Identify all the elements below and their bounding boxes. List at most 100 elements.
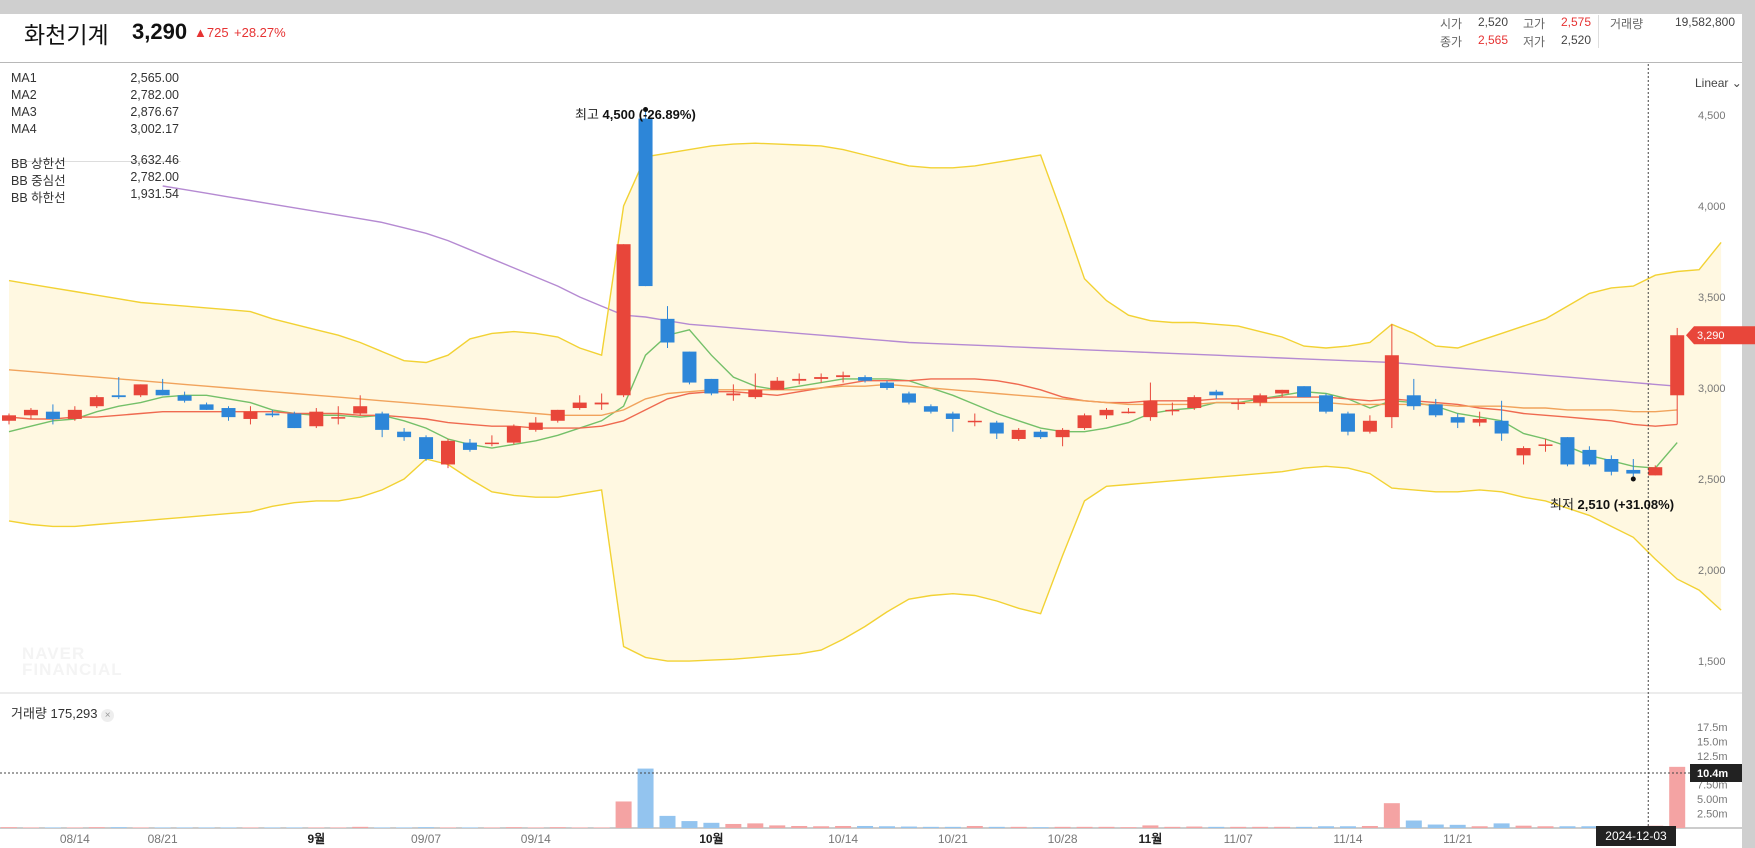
volume-axis-tick-label: 2.50m xyxy=(1697,809,1728,821)
volume-bar xyxy=(1669,766,1686,828)
volume-bar xyxy=(549,827,566,828)
volume-bar xyxy=(703,822,720,828)
volume-bar xyxy=(1581,826,1598,828)
candle-body xyxy=(1604,459,1619,472)
candle-body xyxy=(1187,397,1202,409)
candle-body xyxy=(1231,402,1246,405)
candle-body xyxy=(967,420,982,423)
volume-bar xyxy=(835,825,852,828)
y-axis-tick-label: 1,500 xyxy=(1698,656,1726,668)
volume-bar xyxy=(352,826,369,828)
candle-body xyxy=(1538,444,1553,446)
candle-body xyxy=(419,437,434,460)
x-axis-tick-label: 08/21 xyxy=(148,832,178,846)
volume-bar xyxy=(220,827,237,828)
volume-bar xyxy=(44,827,61,828)
x-axis-tick-label: 10/21 xyxy=(938,832,968,846)
candle-body xyxy=(199,404,214,410)
volume-bar xyxy=(1559,826,1576,828)
low-marker xyxy=(1630,476,1636,482)
volume-bar xyxy=(242,827,259,828)
volume-bar xyxy=(1230,826,1247,828)
volume-bar xyxy=(1032,827,1049,828)
volume-bar xyxy=(813,826,830,828)
legend-ma2: MA2 2,782.00 xyxy=(11,88,179,102)
candle-body xyxy=(945,413,960,419)
candle-body xyxy=(1450,417,1465,423)
candle-body xyxy=(1582,449,1597,465)
candle-body xyxy=(45,411,60,419)
x-axis-tick-label: 09/14 xyxy=(521,832,551,846)
low-annotation: 최저 2,510 (+31.08%) xyxy=(1550,497,1675,512)
candle-body xyxy=(638,118,653,287)
volume-bar xyxy=(593,827,610,828)
candle-body xyxy=(353,406,368,414)
volume-bar xyxy=(1252,826,1269,828)
x-axis-tick-label: 11/21 xyxy=(1443,832,1472,846)
candle-body xyxy=(1275,389,1290,394)
legend-ma1: MA1 2,565.00 xyxy=(11,71,179,85)
legend-bb-middle-value: 2,782.00 xyxy=(130,170,179,184)
volume-bar xyxy=(1054,826,1071,828)
x-axis-tick-label: 10/14 xyxy=(828,832,858,846)
volume-bar xyxy=(374,827,391,828)
candle-body xyxy=(1077,415,1092,429)
legend-ma1-value: 2,565.00 xyxy=(130,71,179,85)
volume-bar xyxy=(1361,825,1378,828)
volume-bar xyxy=(615,801,632,828)
volume-bar xyxy=(1186,826,1203,828)
candle-body xyxy=(265,413,280,416)
candle-body xyxy=(441,440,455,465)
legend-bb-lower-value: 1,931.54 xyxy=(130,187,179,201)
candle-body xyxy=(67,409,82,419)
close-icon[interactable]: × xyxy=(101,709,115,722)
candle-body xyxy=(858,377,873,381)
volume-bar xyxy=(1098,826,1115,828)
high-annotation: 최고 4,500 (-26.89%) xyxy=(575,107,696,122)
volume-bar xyxy=(1274,826,1291,828)
legend-bb-lower: BB 하한선 1,931.54 xyxy=(11,187,179,205)
volume-bar xyxy=(944,826,961,828)
candle-body xyxy=(1340,413,1355,432)
volume-bar xyxy=(66,827,83,828)
legend-ma2-value: 2,782.00 xyxy=(130,88,179,102)
volume-bar xyxy=(527,827,544,828)
candle-body xyxy=(682,351,697,383)
candle-body xyxy=(1253,395,1268,403)
volume-bar xyxy=(418,827,435,828)
volume-bar xyxy=(1339,826,1356,828)
volume-bar xyxy=(791,825,808,828)
candle-body xyxy=(1011,429,1026,439)
volume-bar xyxy=(176,827,193,828)
scale-mode-button[interactable]: Linear ⌄ xyxy=(1695,76,1742,90)
volume-bar xyxy=(264,827,281,828)
volume-bar xyxy=(1076,826,1093,828)
x-axis-tick-label: 10월 xyxy=(699,831,723,846)
candle-body xyxy=(1472,418,1487,423)
candle-body xyxy=(1494,420,1509,434)
volume-bar xyxy=(1493,823,1510,828)
candle-body xyxy=(1626,469,1641,474)
candle-body xyxy=(704,378,719,394)
candle-body xyxy=(484,442,499,445)
volume-bar xyxy=(1471,826,1488,828)
legend-bb-upper-value: 3,632.46 xyxy=(130,153,179,167)
price-chart-svg[interactable]: 4,500 4,000 3,500 3,000 2,500 2,000 1,500 17.5m… xyxy=(0,0,1755,848)
candle-body xyxy=(1297,386,1312,398)
candle-body xyxy=(221,408,236,418)
volume-bar xyxy=(1,827,17,828)
candle-body xyxy=(660,318,675,343)
y-axis-tick-label: 2,500 xyxy=(1698,474,1726,486)
volume-bar xyxy=(637,768,654,828)
candle-body xyxy=(1033,431,1048,438)
volume-bar xyxy=(681,821,698,828)
x-axis-tick-label: 09/07 xyxy=(411,832,441,846)
volume-axis-tick-label: 17.5m xyxy=(1697,722,1728,734)
candle-body xyxy=(726,393,741,396)
x-axis-tick-label: 9월 xyxy=(307,831,325,846)
volume-bar xyxy=(769,825,786,828)
volume-bar xyxy=(286,827,303,828)
volume-bar xyxy=(1318,826,1334,828)
candle-body xyxy=(616,244,631,396)
volume-bar xyxy=(1449,824,1466,828)
